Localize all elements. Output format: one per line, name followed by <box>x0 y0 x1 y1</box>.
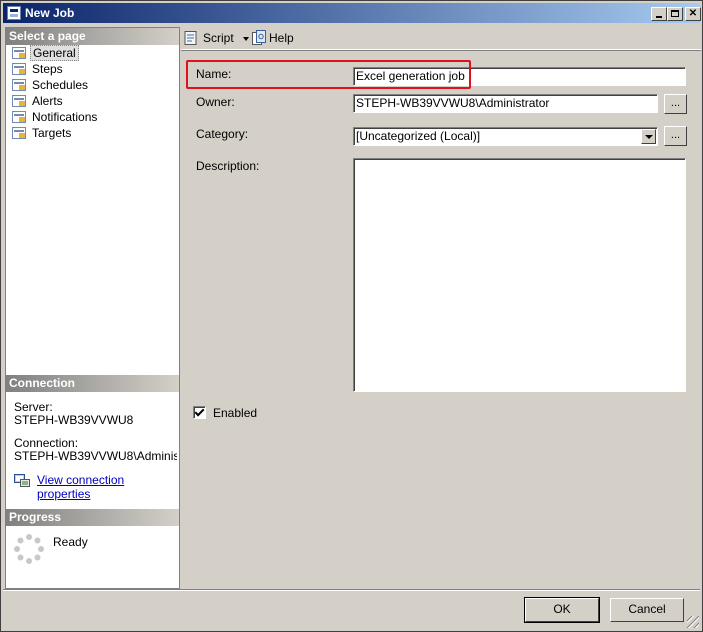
progress-spinner-icon <box>14 534 44 564</box>
progress-header: Progress <box>6 509 179 526</box>
title-bar[interactable]: New Job ✕ <box>3 3 701 23</box>
window-title: New Job <box>25 6 75 20</box>
owner-input[interactable]: STEPH-WB39VVWU8\Administrator <box>353 94 658 113</box>
toolbar: Script Help <box>181 27 701 50</box>
page-item-label: Notifications <box>32 110 98 124</box>
owner-label: Owner: <box>196 95 235 109</box>
page-item-targets[interactable]: Targets <box>10 125 73 141</box>
description-label: Description: <box>196 159 260 173</box>
owner-browse-button[interactable]: ... <box>664 94 687 114</box>
page-item-label: Schedules <box>32 78 89 92</box>
page-item-label: Targets <box>32 126 72 140</box>
view-connection-properties-link[interactable]: View connection properties <box>37 473 179 501</box>
chevron-down-icon[interactable] <box>243 36 250 41</box>
page-icon <box>12 79 26 91</box>
page-item-label: Alerts <box>32 94 63 108</box>
connection-label: Connection: <box>14 437 79 450</box>
minimize-button[interactable] <box>651 7 667 21</box>
category-browse-button[interactable]: ... <box>664 126 687 146</box>
page-icon <box>12 111 26 123</box>
connection-properties-icon <box>14 474 30 487</box>
name-highlight-annotation <box>186 60 471 89</box>
resize-grip[interactable] <box>687 616 699 628</box>
chevron-down-icon[interactable] <box>641 129 656 144</box>
enabled-label[interactable]: Enabled <box>213 406 257 420</box>
category-label: Category: <box>196 127 249 141</box>
page-item-label: General <box>30 45 79 61</box>
connection-header: Connection <box>6 375 179 392</box>
script-button[interactable]: Script <box>183 30 250 46</box>
page-item-general[interactable]: General <box>10 45 79 61</box>
page-icon <box>12 127 26 139</box>
cancel-button[interactable]: Cancel <box>610 598 684 622</box>
page-icon <box>12 47 26 59</box>
new-job-window: New Job ✕ Select a page General Steps Sc… <box>0 0 703 632</box>
server-label: Server: <box>14 401 53 414</box>
maximize-icon <box>671 10 679 17</box>
script-label: Script <box>203 31 234 45</box>
help-label: Help <box>269 31 294 45</box>
page-item-steps[interactable]: Steps <box>10 61 65 77</box>
page-item-schedules[interactable]: Schedules <box>10 77 90 93</box>
minimize-icon <box>656 16 662 18</box>
category-value: [Uncategorized (Local)] <box>356 129 481 143</box>
progress-status: Ready <box>53 535 88 549</box>
maximize-button[interactable] <box>667 7 683 21</box>
app-window-icon <box>7 6 21 20</box>
connection-value: STEPH-WB39VVWU8\Administrator <box>14 450 177 463</box>
server-value: STEPH-WB39VVWU8 <box>14 414 134 427</box>
script-icon <box>184 31 197 45</box>
select-page-header: Select a page <box>6 28 179 45</box>
close-icon: ✕ <box>688 8 698 19</box>
category-select[interactable]: [Uncategorized (Local)] <box>353 127 658 146</box>
page-icon <box>12 95 26 107</box>
close-button[interactable]: ✕ <box>685 7 701 21</box>
page-item-label: Steps <box>32 62 63 76</box>
enabled-checkbox[interactable] <box>193 406 206 419</box>
page-item-alerts[interactable]: Alerts <box>10 93 65 109</box>
help-button[interactable]: Help <box>251 30 294 46</box>
description-textarea[interactable] <box>353 158 686 392</box>
ok-button[interactable]: OK <box>524 597 600 623</box>
page-item-notifications[interactable]: Notifications <box>10 109 99 125</box>
help-icon <box>252 30 266 45</box>
page-icon <box>12 63 26 75</box>
left-pane: Select a page General Steps Schedules Al… <box>5 27 180 589</box>
